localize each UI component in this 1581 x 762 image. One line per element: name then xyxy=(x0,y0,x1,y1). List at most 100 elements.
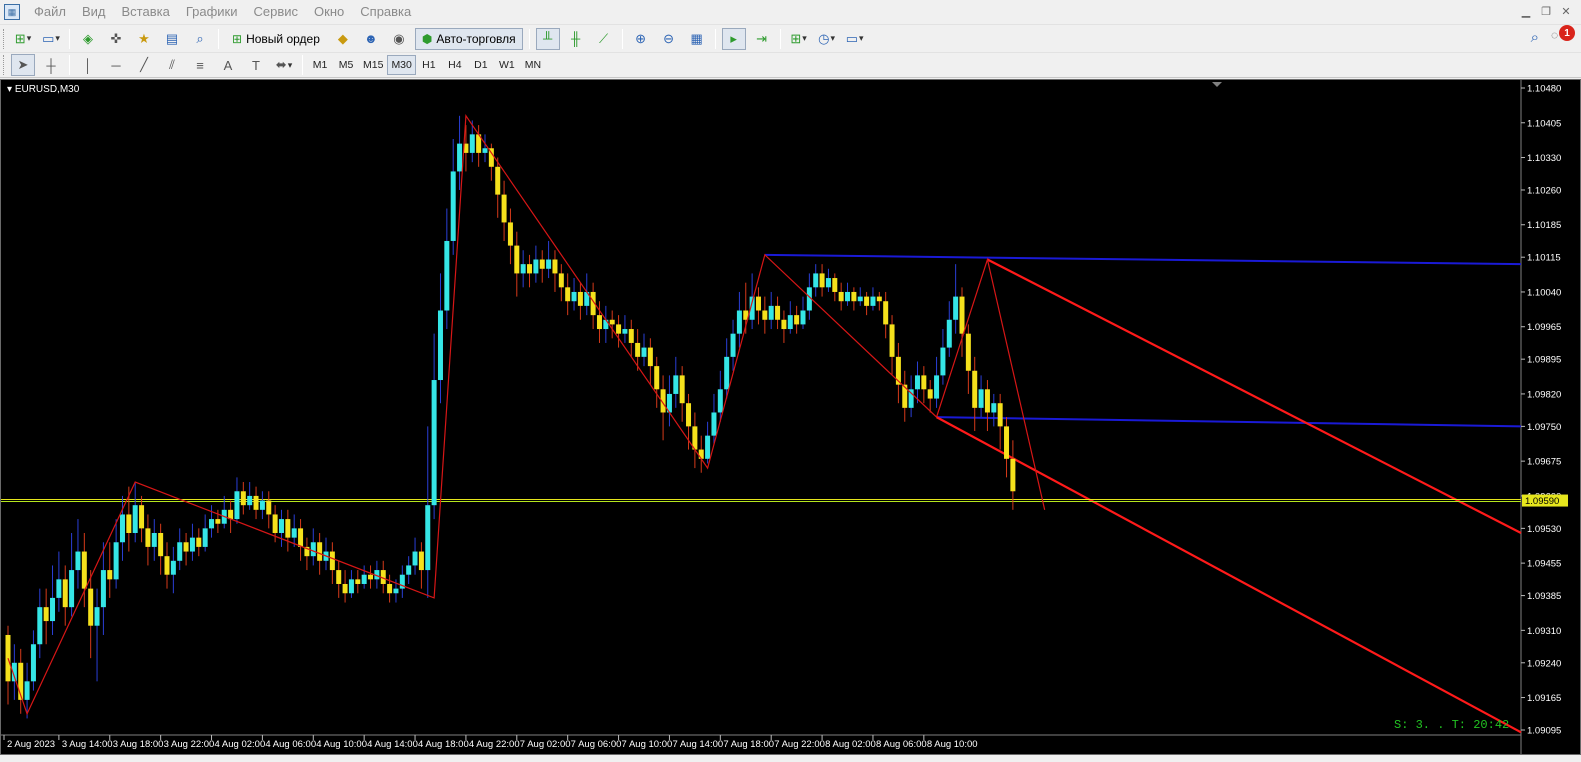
autotrading-button[interactable]: ⬢ Авто-торговля xyxy=(414,27,523,50)
time-axis-label: 8 Aug 06:00 xyxy=(876,739,927,750)
bear-candle xyxy=(539,259,545,269)
timeframe-m1[interactable]: M1 xyxy=(307,55,333,75)
timeframe-m30[interactable]: M30 xyxy=(387,55,416,75)
menu-bar: ▦ Файл Вид Вставка Графики Сервис Окно С… xyxy=(0,0,1581,24)
metaeditor-button[interactable]: ◆ xyxy=(331,28,355,50)
time-axis-label: 3 Aug 14:00 xyxy=(62,739,113,750)
bull-candle xyxy=(37,607,43,645)
crosshair-button[interactable]: ┼ xyxy=(39,54,63,76)
fibonacci-button[interactable]: ≡ xyxy=(188,54,212,76)
price-axis-label: 1.10115 xyxy=(1527,253,1561,264)
zoom-out-icon: ⊖ xyxy=(663,30,675,46)
bull-candle xyxy=(711,412,717,436)
strategy-tester-button[interactable]: ⌕ xyxy=(188,28,212,50)
chart-window[interactable]: 1.10480 1.10405 1.10330 1.10260 1.10185 1.101… xyxy=(0,79,1581,755)
new-chart-button[interactable]: ⊞ xyxy=(11,28,35,50)
menu-window[interactable]: Окно xyxy=(306,0,352,24)
vertical-line-button[interactable]: │ xyxy=(76,54,100,76)
bull-candle xyxy=(50,597,56,622)
auto-scroll-icon: ▸ xyxy=(730,30,737,46)
navigator-button[interactable]: ★ xyxy=(132,28,156,50)
new-order-button[interactable]: ⊞ Новый ордер xyxy=(225,28,327,50)
zoom-out-button[interactable]: ⊖ xyxy=(657,28,681,50)
bar-chart-button[interactable]: ╨ xyxy=(535,27,560,50)
tile-windows-button[interactable]: ▦ xyxy=(685,28,709,50)
channel-button[interactable]: ⫽ xyxy=(160,54,184,76)
price-axis-label: 1.09675 xyxy=(1527,457,1561,468)
menu-tools[interactable]: Сервис xyxy=(246,0,307,24)
bear-candle xyxy=(965,333,971,371)
bull-candle xyxy=(520,264,526,274)
bear-candle xyxy=(145,528,151,547)
level-line-upper xyxy=(764,253,1522,266)
bull-candle xyxy=(151,532,157,547)
timeframe-w1[interactable]: W1 xyxy=(494,55,520,75)
market-watch-button[interactable]: ◈ xyxy=(76,28,100,50)
bear-candle xyxy=(527,264,533,274)
bull-candle xyxy=(546,259,552,269)
restore-icon[interactable]: ❐ xyxy=(1539,4,1553,18)
bull-candle xyxy=(705,435,711,459)
menu-help[interactable]: Справка xyxy=(352,0,419,24)
time-axis-label: 4 Aug 06:00 xyxy=(265,739,316,750)
timeframe-m5[interactable]: M5 xyxy=(333,55,359,75)
time-axis-label: 4 Aug 14:00 xyxy=(367,739,418,750)
cursor-button[interactable]: ➤ xyxy=(11,54,35,76)
chart-canvas[interactable]: 1.10480 1.10405 1.10330 1.10260 1.10185 1.101… xyxy=(1,80,1580,754)
navigator-star-icon: ★ xyxy=(138,30,150,46)
bull-candle xyxy=(946,319,952,348)
templates-button[interactable]: ▭ xyxy=(843,28,867,50)
chart-shift-button[interactable]: ⇥ xyxy=(750,28,774,50)
search-icon[interactable]: ⌕ xyxy=(1531,29,1539,46)
terminal-button[interactable]: ▤ xyxy=(160,28,184,50)
timeframe-h1[interactable]: H1 xyxy=(416,55,442,75)
indicators-button[interactable]: ⊞ xyxy=(787,28,811,50)
signals-user-icon: ☻ xyxy=(364,31,378,46)
bear-candle xyxy=(679,375,685,404)
text-label-button[interactable]: T xyxy=(244,54,268,76)
line-chart-button[interactable]: ⟋ xyxy=(592,28,616,50)
profiles-button[interactable]: ▭ xyxy=(39,28,63,50)
bear-candle xyxy=(781,319,787,330)
bull-candle xyxy=(189,537,195,552)
notifications-button[interactable]: ◌ 1 xyxy=(1551,25,1575,46)
price-axis-label: 1.09240 xyxy=(1527,658,1561,669)
auto-scroll-button[interactable]: ▸ xyxy=(721,27,746,50)
bear-candle xyxy=(794,315,800,325)
close-icon[interactable]: ✕ xyxy=(1559,4,1573,18)
bull-candle xyxy=(425,505,431,571)
horizontal-line-button[interactable]: ─ xyxy=(104,54,128,76)
text-button[interactable]: A xyxy=(216,54,240,76)
timeframe-d1[interactable]: D1 xyxy=(468,55,494,75)
bull-candle xyxy=(717,389,723,413)
zoom-in-button[interactable]: ⊕ xyxy=(629,28,653,50)
menu-charts[interactable]: Графики xyxy=(178,0,246,24)
candlestick-chart-button[interactable]: ╫ xyxy=(564,28,588,50)
bear-candle xyxy=(507,222,513,246)
timeframe-h4[interactable]: H4 xyxy=(442,55,468,75)
terminal-icon: ▤ xyxy=(165,30,179,46)
periods-button[interactable]: ◷ xyxy=(815,28,839,50)
menu-file[interactable]: Файл xyxy=(26,0,74,24)
bear-candle xyxy=(686,403,692,427)
price-axis-label: 1.10405 xyxy=(1527,118,1561,129)
bull-candle xyxy=(393,588,399,594)
signals-button[interactable]: ☻ xyxy=(359,28,383,50)
bull-candle xyxy=(247,495,253,506)
minimize-icon[interactable]: ▁ xyxy=(1519,4,1533,18)
menu-insert[interactable]: Вставка xyxy=(114,0,178,24)
price-axis-label: 1.09895 xyxy=(1527,355,1561,366)
menu-view[interactable]: Вид xyxy=(74,0,114,24)
bear-candle xyxy=(819,273,825,288)
timeframe-mn[interactable]: MN xyxy=(520,55,546,75)
timeframe-m15[interactable]: M15 xyxy=(359,55,387,75)
time-axis-label: 7 Aug 10:00 xyxy=(622,739,673,750)
time-axis-label: 8 Aug 10:00 xyxy=(927,739,978,750)
chart-shift-icon: ⇥ xyxy=(756,30,768,46)
arrows-button[interactable]: ⬌ xyxy=(272,54,296,76)
data-window-button[interactable]: ✜ xyxy=(104,28,128,50)
market-button[interactable]: ◉ xyxy=(387,28,411,50)
bull-candle xyxy=(437,310,443,381)
trendline-button[interactable]: ╱ xyxy=(132,54,156,76)
price-axis-label: 1.09165 xyxy=(1527,693,1561,704)
